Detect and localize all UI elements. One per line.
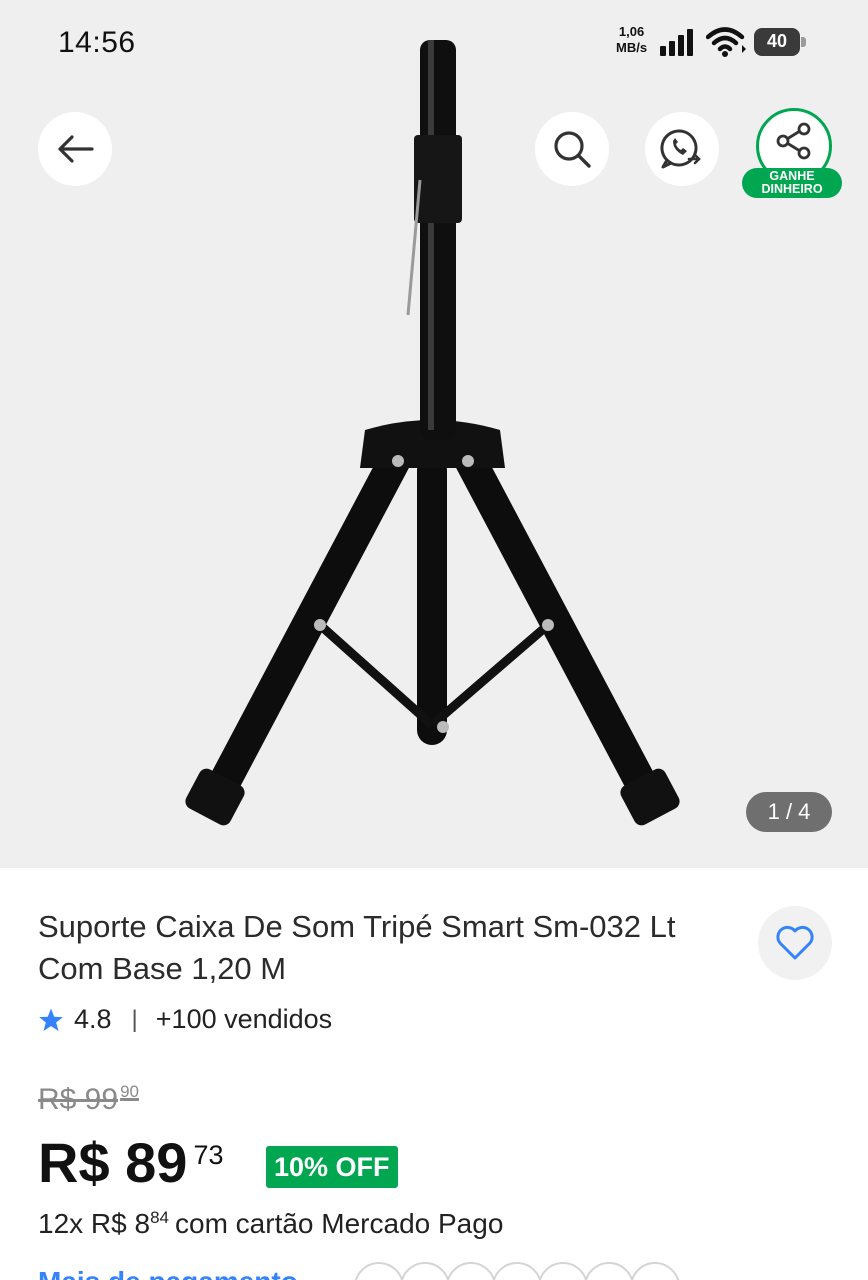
rating-row[interactable]: 4.8 | +100 vendidos [38,1004,332,1035]
search-icon [554,131,591,168]
star-icon [39,1008,63,1031]
installments-prefix: 12x R$ 8 [38,1208,151,1239]
current-price-cents: 73 [193,1140,224,1170]
product-title: Suporte Caixa De Som Tripé Smart Sm-032 … [38,909,676,986]
current-price-main: R$ 89 [38,1131,188,1194]
network-speed-value: 1,06 [618,24,645,39]
earn-money-badge[interactable]: GANHE DINHEIRO [742,168,842,198]
installments-suffix: com cartão Mercado Pago [175,1208,504,1239]
payment-icon [630,1262,680,1280]
payment-icon [492,1262,542,1280]
network-speed-unit: MB/s [616,40,648,55]
battery-level: 40 [766,31,788,51]
product-image [185,40,680,826]
payment-icon [354,1262,404,1280]
current-price: R$ 89 73 [38,1130,223,1195]
rating-value: 4.8 [74,1004,112,1034]
payment-icon [538,1262,588,1280]
battery-indicator: 40 [754,28,806,56]
signal-icon [660,29,693,56]
original-price-main: R$ 99 [38,1083,119,1116]
favorite-button[interactable] [758,906,832,980]
heart-icon [776,925,814,960]
back-button[interactable] [38,112,112,186]
sold-count: +100 vendidos [155,1004,333,1034]
payment-icon [400,1262,450,1280]
original-price-cents: 90 [120,1082,139,1101]
status-bar: 14:56 1,06 MB/s 40 [0,0,868,90]
payment-icon [446,1262,496,1280]
product-image-gallery[interactable]: 14:56 1,06 MB/s 40 GANHE DINHEIRO 1 / 4 [0,0,868,868]
rating-separator: | [131,1005,138,1033]
installments-info[interactable]: 12x R$ 884 com cartão Mercado Pago [38,1208,503,1240]
whatsapp-share-button[interactable] [645,112,719,186]
payment-icon [584,1262,634,1280]
more-payment-link[interactable]: Mais de pagamento [38,1266,298,1280]
search-button[interactable] [535,112,609,186]
discount-badge: 10% OFF [266,1146,398,1188]
image-counter: 1 / 4 [746,792,832,832]
wifi-icon [706,27,746,57]
share-icon [776,122,811,160]
installments-cents: 84 [150,1208,169,1227]
original-price: R$ 99 90 [38,1082,139,1117]
network-speed: 1,06 MB/s [616,24,647,56]
payment-methods-icons[interactable] [354,1262,680,1280]
status-time: 14:56 [58,26,136,59]
earn-label-line2: DINHEIRO [761,182,823,196]
back-arrow-icon [58,135,94,163]
whatsapp-icon [660,129,701,169]
